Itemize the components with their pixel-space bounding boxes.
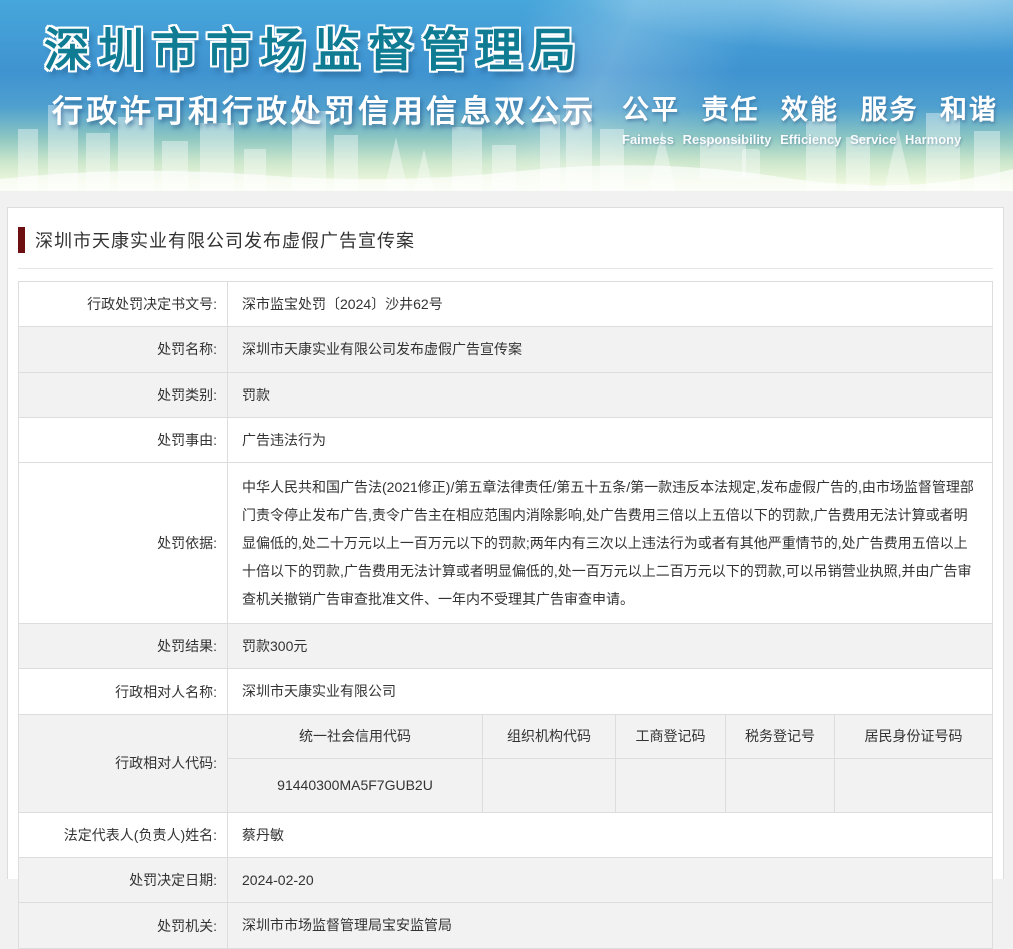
party-code-subtable: 统一社会信用代码 组织机构代码 工商登记码 税务登记号 居民身份证号码 91440300… (228, 714, 992, 812)
code-value (835, 759, 992, 812)
row-label: 法定代表人(负责人)姓名: (19, 812, 228, 858)
row-label: 处罚决定日期: (19, 858, 228, 903)
code-column-header: 组织机构代码 (483, 714, 616, 758)
title-accent-bar (18, 227, 25, 253)
banner-slogan: 公平 责任 效能 服务 和谐 Faimess Responsibility Ef… (622, 88, 998, 147)
row-value: 2024-02-20 (242, 872, 314, 889)
row-value: 蔡丹敏 (242, 826, 284, 843)
table-row-party-code: 行政相对人代码: 统一社会信用代码 组织机构代码 工商登记码 税务登记号 居民身份证号码… (19, 714, 992, 813)
row-label: 行政处罚决定书文号: (19, 282, 228, 327)
party-code-header-row: 统一社会信用代码 组织机构代码 工商登记码 税务登记号 居民身份证号码 (228, 714, 992, 759)
content-panel: 深圳市天康实业有限公司发布虚假广告宣传案 行政处罚决定书文号: 深市监宝处罚〔2… (7, 207, 1004, 949)
row-label-text: 行政处罚决定书文号: (87, 296, 217, 313)
penalty-table: 行政处罚决定书文号: 深市监宝处罚〔2024〕沙井62号 处罚名称: 深圳市天康… (18, 281, 993, 949)
row-label: 处罚事由: (19, 417, 228, 463)
banner-subtitle: 行政许可和行政处罚信用信息双公示 (52, 94, 596, 129)
row-label-text: 处罚名称: (157, 341, 217, 358)
row-label-text: 处罚结果: (157, 638, 217, 655)
row-value: 深圳市天康实业有限公司 (242, 683, 396, 700)
table-row: 处罚事由: 广告违法行为 (19, 417, 992, 464)
code-value (616, 758, 726, 812)
code-column-header: 税务登记号 (726, 714, 835, 758)
row-label-text: 处罚依据: (157, 535, 217, 552)
row-label-text: 处罚决定日期: (129, 872, 217, 889)
row-label: 处罚依据: (19, 463, 228, 624)
table-row: 处罚名称: 深圳市天康实业有限公司发布虚假广告宣传案 (19, 327, 992, 373)
row-value: 深圳市市场监督管理局宝安监管局 (242, 917, 452, 934)
table-row: 处罚机关: 深圳市市场监督管理局宝安监管局 (19, 903, 992, 948)
table-row: 行政处罚决定书文号: 深市监宝处罚〔2024〕沙井62号 (19, 282, 992, 328)
row-value: 罚款 (242, 386, 270, 403)
party-code-value-row: 91440300MA5F7GUB2U (228, 758, 992, 812)
row-label: 行政相对人名称: (19, 669, 228, 714)
code-column-header: 工商登记码 (616, 714, 726, 758)
row-label: 行政相对人代码: (19, 714, 228, 812)
row-value: 深圳市天康实业有限公司发布虚假广告宣传案 (242, 341, 522, 358)
code-value: 91440300MA5F7GUB2U (228, 758, 483, 812)
row-label-text: 处罚类别: (157, 386, 217, 403)
code-column-header: 居民身份证号码 (864, 728, 963, 745)
row-value: 广告违法行为 (242, 431, 326, 448)
page-title: 深圳市天康实业有限公司发布虚假广告宣传案 (35, 231, 415, 251)
table-row: 处罚类别: 罚款 (19, 372, 992, 418)
row-label-text: 法定代表人(负责人)姓名: (63, 826, 217, 843)
row-label-text: 处罚事由: (157, 432, 217, 449)
slogan-english: Faimess Responsibility Efficiency Servic… (622, 132, 962, 147)
row-label: 处罚结果: (19, 624, 228, 669)
code-value (726, 758, 835, 812)
row-label-text: 处罚机关: (157, 917, 217, 934)
table-row: 处罚结果: 罚款300元 (19, 624, 992, 670)
row-label: 处罚机关: (19, 903, 228, 948)
row-value: 中华人民共和国广告法(2021修正)/第五章法律责任/第五十五条/第一款违反本法… (242, 479, 974, 608)
row-value: 深市监宝处罚〔2024〕沙井62号 (242, 296, 443, 312)
agency-title: 深圳市市场监督管理局 (44, 24, 584, 76)
table-row: 行政相对人名称: 深圳市天康实业有限公司 (19, 669, 992, 715)
row-label: 处罚类别: (19, 372, 228, 417)
case-title-block: 深圳市天康实业有限公司发布虚假广告宣传案 (8, 208, 1003, 268)
code-column-header: 统一社会信用代码 (228, 714, 483, 758)
title-separator (18, 268, 993, 269)
table-row: 处罚决定日期: 2024-02-20 (19, 858, 992, 904)
code-value (483, 758, 616, 812)
row-label-text: 行政相对人名称: (115, 683, 217, 700)
row-value: 罚款300元 (242, 638, 308, 655)
slogan-chinese: 公平 责任 效能 服务 和谐 (622, 95, 999, 125)
row-label: 处罚名称: (19, 327, 228, 372)
row-label-text: 行政相对人代码: (115, 755, 217, 772)
table-row: 法定代表人(负责人)姓名: 蔡丹敏 (19, 812, 992, 859)
site-banner: 深圳市市场监督管理局 行政许可和行政处罚信用信息双公示 公平 责任 效能 服务 … (0, 0, 1013, 191)
table-row: 处罚依据: 中华人民共和国广告法(2021修正)/第五章法律责任/第五十五条/第… (19, 463, 992, 625)
